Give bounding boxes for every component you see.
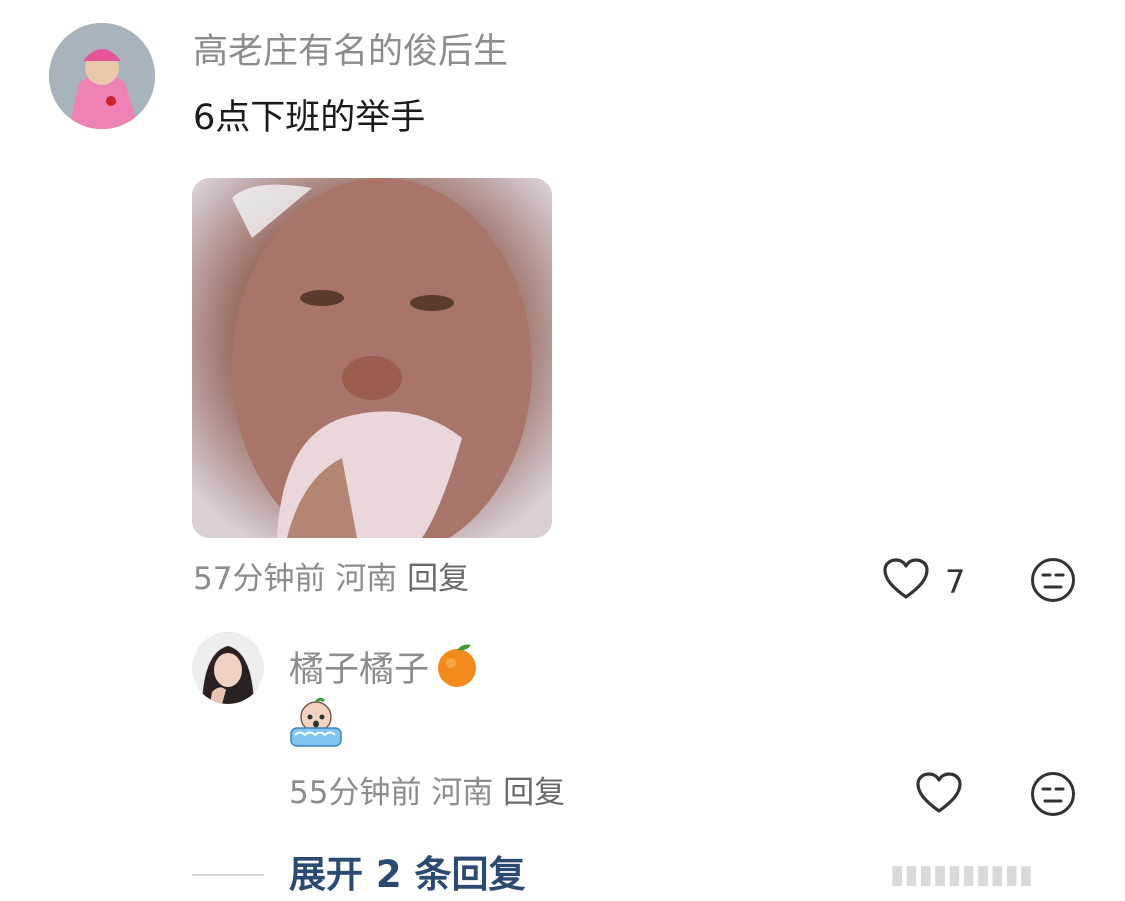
expand-replies-button[interactable]: 展开 2 条回复 bbox=[289, 854, 526, 896]
watermark: ▮▮▮▮▮▮▮▮▮▮ bbox=[890, 860, 1034, 890]
like-count: 7 bbox=[945, 563, 966, 601]
reply-like-button[interactable] bbox=[914, 772, 964, 818]
reply-username[interactable]: 橘子橘子 bbox=[289, 650, 429, 690]
dislike-button[interactable] bbox=[1029, 558, 1077, 606]
comment-text: 6点下班的举手 bbox=[193, 98, 426, 138]
avatar[interactable] bbox=[49, 23, 155, 129]
crying-face-emoji-icon bbox=[289, 695, 343, 749]
neutral-face-icon bbox=[1030, 771, 1076, 821]
reply-reply-button[interactable]: 回复 bbox=[503, 775, 565, 811]
comment-reply-button[interactable]: 回复 bbox=[407, 561, 469, 597]
comment-time: 57分钟前 bbox=[193, 561, 326, 597]
comment-location: 河南 bbox=[335, 561, 398, 597]
heart-icon bbox=[915, 771, 963, 819]
expand-divider bbox=[192, 874, 264, 876]
comment-username[interactable]: 高老庄有名的俊后生 bbox=[193, 32, 508, 72]
reply-meta: 55分钟前 河南 回复 bbox=[289, 775, 565, 811]
comment-image[interactable] bbox=[192, 178, 552, 538]
neutral-face-icon bbox=[1030, 557, 1076, 607]
reply-username-row: 橘子橘子 bbox=[289, 642, 479, 697]
orange-emoji-icon bbox=[435, 642, 479, 697]
reply-location: 河南 bbox=[431, 775, 494, 811]
heart-icon bbox=[882, 557, 930, 605]
reply-dislike-button[interactable] bbox=[1029, 772, 1077, 820]
like-button[interactable] bbox=[881, 558, 931, 604]
comment-meta: 57分钟前 河南 回复 bbox=[193, 561, 469, 597]
reply-time: 55分钟前 bbox=[289, 775, 422, 811]
reply-avatar[interactable] bbox=[192, 632, 264, 704]
